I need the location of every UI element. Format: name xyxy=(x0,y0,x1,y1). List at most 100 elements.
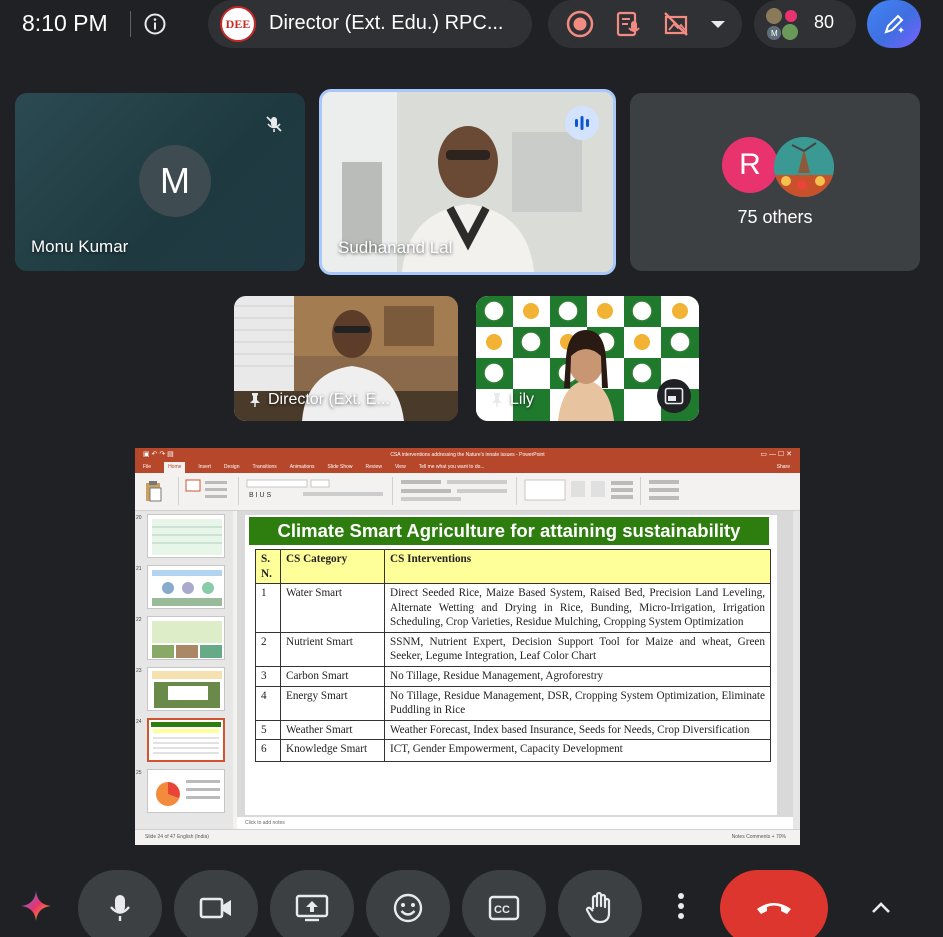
reactions-button[interactable] xyxy=(366,870,450,937)
thumb-number: 25 xyxy=(136,770,142,776)
font-controls[interactable]: B I U S xyxy=(243,477,389,503)
cell-category: Weather Smart xyxy=(280,719,385,741)
gemini-sparkle-icon xyxy=(21,891,51,921)
participant-tile-lily[interactable]: Lily xyxy=(476,296,699,421)
cell-category: Water Smart xyxy=(280,583,385,633)
tab-view[interactable]: View xyxy=(395,462,406,473)
table-row: 2 Nutrient Smart SSNM, Nutrient Expert, … xyxy=(255,631,771,667)
tell-me-search[interactable]: Tell me what you want to do... xyxy=(419,462,485,473)
participant-tile-monu-kumar[interactable]: M Monu Kumar xyxy=(15,93,305,271)
tile-name: Sudhanand Lal xyxy=(338,238,453,257)
table-row: 3 Carbon Smart No Tillage, Residue Manag… xyxy=(255,665,771,687)
no-camera-effects-icon[interactable] xyxy=(662,10,690,38)
quick-access-icons: ▣ ↶ ↷ ▤ xyxy=(143,451,174,458)
picture-in-picture-button[interactable] xyxy=(657,379,691,413)
shapes-gallery[interactable] xyxy=(521,477,637,503)
others-tile[interactable]: R 75 others xyxy=(630,93,920,271)
more-options-button[interactable] xyxy=(660,880,702,932)
new-slide-icon[interactable] xyxy=(183,477,233,503)
cell-sn: 2 xyxy=(255,631,281,667)
pin-icon xyxy=(492,392,502,407)
svg-text:CC: CC xyxy=(494,904,510,916)
tab-home[interactable]: Home xyxy=(164,462,186,473)
tab-animations[interactable]: Animations xyxy=(290,462,315,473)
cell-sn: 6 xyxy=(255,739,281,763)
font-group: B I U S xyxy=(243,477,393,505)
chevron-up-icon xyxy=(872,902,890,913)
tab-insert[interactable]: Insert xyxy=(198,462,211,473)
captions-button[interactable]: CC xyxy=(462,870,546,937)
shared-presentation: CSA interventions addressing the Nature'… xyxy=(135,448,800,845)
tab-transitions[interactable]: Transitions xyxy=(253,462,277,473)
paragraph-controls[interactable] xyxy=(397,477,513,503)
clipboard-group xyxy=(139,477,179,505)
cell-sn: 4 xyxy=(255,685,281,721)
slide-thumbnail[interactable] xyxy=(147,667,225,711)
emoji-icon xyxy=(393,893,423,923)
avatar-image xyxy=(774,137,834,197)
thumb-number: 22 xyxy=(136,617,142,623)
camera-button[interactable] xyxy=(174,870,258,937)
record-icon[interactable] xyxy=(566,10,594,38)
mic-off-icon xyxy=(257,107,291,141)
table-row: 5 Weather Smart Weather Forecast, Index … xyxy=(255,719,771,741)
powerpoint-title-bar: CSA interventions addressing the Nature'… xyxy=(135,448,800,462)
vertical-scrollbar[interactable] xyxy=(793,511,800,829)
table-header-row: S. N. CS Category CS Interventions xyxy=(255,548,771,585)
slide-thumbnail-selected[interactable] xyxy=(147,718,225,762)
participant-tile-sudhanand-lal[interactable]: Sudhanand Lal xyxy=(319,89,616,275)
cell-interventions: SSNM, Nutrient Expert, Decision Support … xyxy=(384,631,771,667)
slides-group xyxy=(183,477,239,505)
view-controls[interactable]: Notes Comments + 70% xyxy=(732,830,786,844)
cell-interventions: Direct Seeded Rice, Maize Based System, … xyxy=(384,583,771,633)
tile-name: Lily xyxy=(490,391,534,409)
expand-controls-button[interactable] xyxy=(858,885,904,931)
chevron-down-icon[interactable] xyxy=(704,10,732,38)
slide-thumbnail[interactable] xyxy=(147,514,225,558)
participant-count: 80 xyxy=(814,12,835,32)
participants-button[interactable]: M 80 xyxy=(754,0,856,48)
header-sn: S. N. xyxy=(255,548,281,585)
interventions-table: S. N. CS Category CS Interventions 1 Wat… xyxy=(255,548,771,763)
tab-slide-show[interactable]: Slide Show xyxy=(328,462,353,473)
share-button[interactable]: Share xyxy=(777,462,790,473)
editing-group xyxy=(645,477,705,505)
svg-text:M: M xyxy=(771,29,778,38)
status-bar: Slide 24 of 47 English (India) Notes Com… xyxy=(135,829,800,845)
tab-file[interactable]: File xyxy=(143,462,151,473)
cell-sn: 1 xyxy=(255,583,281,633)
slide-thumbnail[interactable] xyxy=(147,565,225,609)
paragraph-group xyxy=(397,477,517,505)
transcript-icon[interactable] xyxy=(614,10,642,38)
tile-name: Director (Ext. E... xyxy=(248,391,390,409)
divider xyxy=(130,11,131,37)
cell-interventions: No Tillage, Residue Management, Agrofore… xyxy=(384,665,771,687)
gemini-button[interactable] xyxy=(10,880,62,932)
slide-thumbnail[interactable] xyxy=(147,616,225,660)
participant-tile-director[interactable]: Director (Ext. E... xyxy=(234,296,458,421)
gemini-notes-button[interactable] xyxy=(867,0,921,48)
slide-thumbnail[interactable] xyxy=(147,769,225,813)
raise-hand-button[interactable] xyxy=(558,870,642,937)
editing-controls[interactable] xyxy=(645,477,701,503)
info-icon[interactable] xyxy=(143,12,167,36)
hang-up-icon xyxy=(757,903,791,914)
avatar: R xyxy=(722,137,778,193)
paste-icon[interactable] xyxy=(143,479,163,503)
file-title: CSA interventions addressing the Nature'… xyxy=(390,452,545,458)
closed-captions-icon: CC xyxy=(488,895,520,921)
leave-call-button[interactable] xyxy=(720,870,828,937)
tab-review[interactable]: Review xyxy=(366,462,382,473)
avatar: M xyxy=(139,145,211,217)
notes-pane[interactable]: Click to add notes xyxy=(237,817,793,829)
thumb-number: 21 xyxy=(136,566,142,572)
present-screen-button[interactable] xyxy=(270,870,354,937)
header-category: CS Category xyxy=(280,548,385,585)
slide-thumbnails: 20 21 22 23 24 25 xyxy=(135,511,233,829)
cell-category: Carbon Smart xyxy=(280,665,385,687)
raise-hand-icon xyxy=(585,891,611,924)
pencil-sparkle-icon xyxy=(884,14,904,34)
meeting-title-chip[interactable]: DEE Director (Ext. Edu.) RPC... xyxy=(208,0,532,48)
microphone-button[interactable] xyxy=(78,870,162,937)
tab-design[interactable]: Design xyxy=(224,462,240,473)
